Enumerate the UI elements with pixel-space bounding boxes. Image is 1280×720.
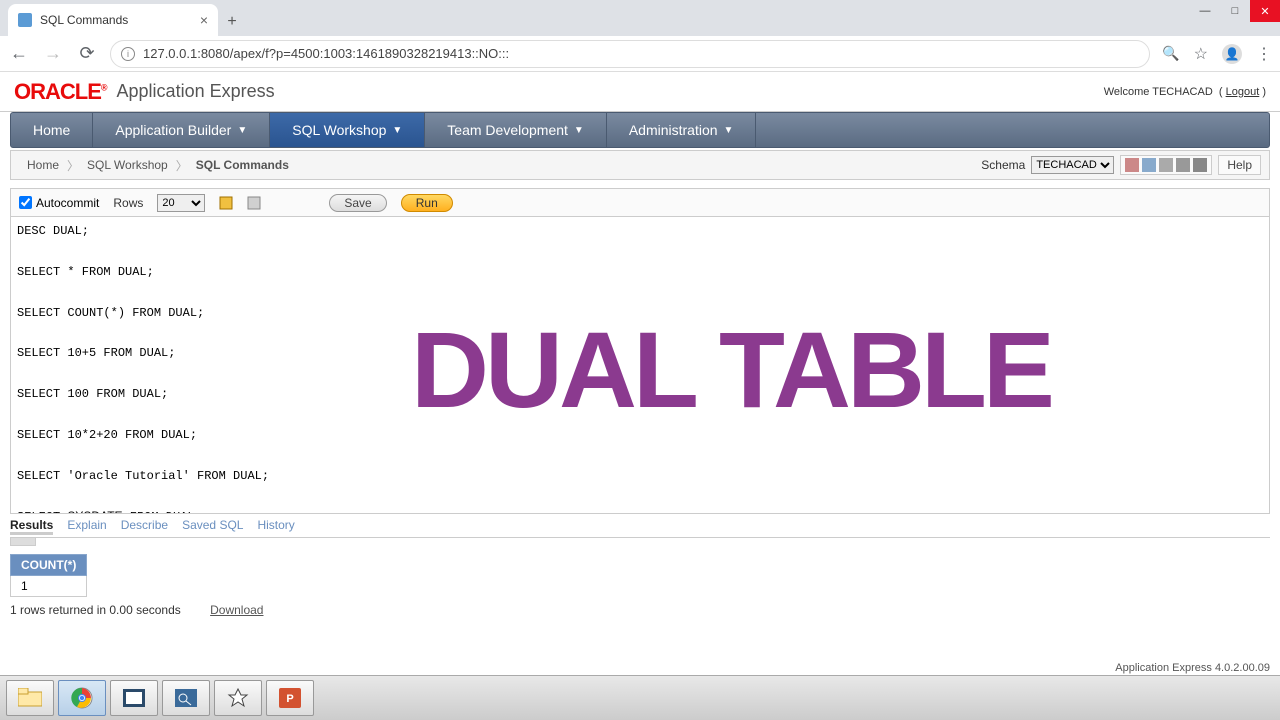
svg-text:P: P	[286, 693, 293, 705]
url-text: 127.0.0.1:8080/apex/f?p=4500:1003:146189…	[143, 46, 509, 61]
rows-label: Rows	[113, 196, 143, 210]
gear-icon[interactable]	[1193, 158, 1207, 172]
browser-tab-bar: SQL Commands × +	[0, 0, 1280, 36]
browser-tab[interactable]: SQL Commands ×	[8, 4, 218, 36]
clear-icon[interactable]	[219, 196, 233, 210]
new-tab-button[interactable]: +	[218, 8, 246, 36]
crumb-sql-workshop[interactable]: SQL Workshop	[79, 156, 176, 174]
chevron-right-icon: 〉	[176, 157, 188, 174]
tab-title: SQL Commands	[40, 13, 128, 27]
star-icon[interactable]: ☆	[1194, 44, 1208, 64]
tab-saved-sql[interactable]: Saved SQL	[182, 518, 243, 535]
tab-explain[interactable]: Explain	[67, 518, 106, 535]
reload-button[interactable]: ⟳	[76, 43, 98, 64]
taskbar-app-5[interactable]	[214, 680, 262, 716]
schema-select[interactable]: TECHACAD	[1031, 156, 1114, 174]
workspace-tools	[1120, 155, 1212, 175]
taskbar-app-3[interactable]	[110, 680, 158, 716]
autocommit-input[interactable]	[19, 196, 32, 209]
url-input[interactable]: i 127.0.0.1:8080/apex/f?p=4500:1003:1461…	[110, 40, 1150, 68]
taskbar-explorer[interactable]	[6, 680, 54, 716]
kebab-menu-icon[interactable]: ⋮	[1256, 44, 1272, 64]
find-icon[interactable]	[247, 196, 261, 210]
chevron-right-icon: 〉	[67, 157, 79, 174]
results-handle[interactable]	[10, 538, 36, 546]
forward-button[interactable]: →	[42, 43, 64, 64]
tab-close-icon[interactable]: ×	[200, 12, 208, 28]
cell-value: 1	[11, 576, 87, 597]
tab-describe[interactable]: Describe	[121, 518, 168, 535]
results-tab-bar: Results Explain Describe Saved SQL Histo…	[10, 518, 1270, 538]
autocommit-checkbox[interactable]: Autocommit	[19, 196, 99, 210]
nav-team-dev[interactable]: Team Development▼	[425, 113, 607, 147]
taskbar-app-4[interactable]	[162, 680, 210, 716]
nav-app-builder[interactable]: Application Builder▼	[93, 113, 270, 147]
product-title: Application Express	[117, 81, 275, 102]
chevron-down-icon: ▼	[392, 125, 402, 136]
welcome-text: Welcome TECHACAD ( Logout )	[1104, 86, 1266, 98]
download-link[interactable]: Download	[210, 603, 263, 617]
back-button[interactable]: ←	[8, 43, 30, 64]
help-button[interactable]: Help	[1218, 155, 1261, 175]
run-button[interactable]: Run	[401, 194, 453, 212]
chevron-down-icon: ▼	[237, 125, 247, 136]
crumb-sql-commands: SQL Commands	[188, 156, 297, 174]
schema-label: Schema	[981, 158, 1025, 172]
nav-sql-workshop[interactable]: SQL Workshop▼	[270, 113, 425, 147]
logout-link[interactable]: Logout	[1226, 86, 1260, 98]
window-close[interactable]: ✕	[1250, 0, 1280, 22]
chevron-down-icon: ▼	[574, 125, 584, 136]
taskbar: P	[0, 675, 1280, 720]
tool-icon-2[interactable]	[1142, 158, 1156, 172]
version-label: Application Express 4.0.2.00.09	[1115, 662, 1270, 674]
profile-avatar[interactable]: 👤	[1222, 44, 1242, 64]
browser-window: SQL Commands × + ← → ⟳ i 127.0.0.1:8080/…	[0, 0, 1280, 675]
rows-select[interactable]: 20	[157, 194, 205, 212]
sql-editor[interactable]: DESC DUAL; SELECT * FROM DUAL; SELECT CO…	[10, 216, 1270, 514]
site-info-icon[interactable]: i	[121, 47, 135, 61]
sql-text-content: DESC DUAL; SELECT * FROM DUAL; SELECT CO…	[11, 217, 1269, 514]
tab-results[interactable]: Results	[10, 518, 53, 535]
results-status: 1 rows returned in 0.00 seconds Download	[10, 603, 1270, 617]
save-button[interactable]: Save	[329, 194, 386, 212]
tool-icon-4[interactable]	[1176, 158, 1190, 172]
favicon-icon	[18, 13, 32, 27]
nav-administration[interactable]: Administration▼	[607, 113, 757, 147]
apex-header: ORACLE® Application Express Welcome TECH…	[0, 72, 1280, 112]
window-minimize[interactable]: —	[1190, 0, 1220, 22]
oracle-logo: ORACLE®	[14, 79, 107, 105]
breadcrumb: Home 〉 SQL Workshop 〉 SQL Commands Schem…	[10, 150, 1270, 180]
taskbar-powerpoint[interactable]: P	[266, 680, 314, 716]
search-icon[interactable]: 🔍	[1162, 45, 1179, 62]
tab-history[interactable]: History	[257, 518, 294, 535]
address-bar: ← → ⟳ i 127.0.0.1:8080/apex/f?p=4500:100…	[0, 36, 1280, 72]
main-nav: Home Application Builder▼ SQL Workshop▼ …	[10, 112, 1270, 148]
sql-toolbar: Autocommit Rows 20 Save Run	[10, 188, 1270, 216]
column-header[interactable]: COUNT(*)	[11, 555, 87, 576]
window-maximize[interactable]: □	[1220, 0, 1250, 22]
chevron-down-icon: ▼	[724, 125, 734, 136]
crumb-home[interactable]: Home	[19, 156, 67, 174]
tool-icon-3[interactable]	[1159, 158, 1173, 172]
tool-icon-1[interactable]	[1125, 158, 1139, 172]
nav-home[interactable]: Home	[11, 113, 93, 147]
taskbar-chrome[interactable]	[58, 680, 106, 716]
results-grid: COUNT(*) 1	[10, 554, 1270, 597]
